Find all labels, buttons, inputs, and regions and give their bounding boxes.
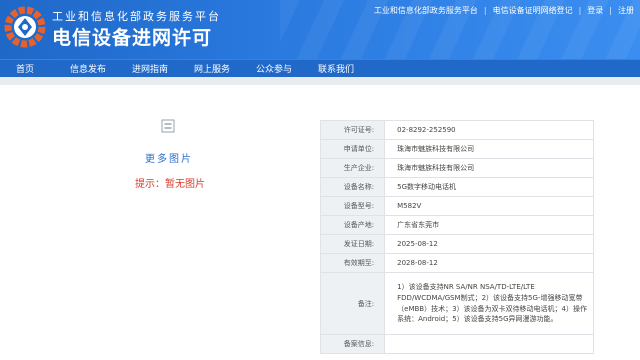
no-picture-notice: 提示：暂无图片 xyxy=(135,179,205,190)
top-link-registration[interactable]: 电信设备证明网络登记 xyxy=(493,5,573,16)
table-row: 有效期至: 2028-08-12 xyxy=(319,253,594,273)
miit-logo-icon[interactable] xyxy=(4,6,46,48)
top-links: 工业和信息化部政务服务平台 | 电信设备证明网络登记 | 登录 | 注册 xyxy=(373,5,634,16)
valid-until-value: 2028-08-12 xyxy=(384,253,594,273)
notes-line: （eMBB）技术；3）该设备为双卡双待移动电话机；4）操作 xyxy=(397,304,587,313)
top-link-register[interactable]: 注册 xyxy=(618,5,634,16)
device-model-value: M582V xyxy=(384,196,594,216)
record-info-label: 备案信息: xyxy=(319,334,386,354)
site-header: 工业和信息化部政务服务平台 电信设备进网许可 工业和信息化部政务服务平台 | 电信设… xyxy=(0,0,640,59)
license-no-value: 02-8292-252590 xyxy=(384,120,594,140)
applicant-value: 珠海市魅族科技有限公司 xyxy=(384,139,594,159)
nav-news[interactable]: 信息发布 xyxy=(70,62,106,75)
device-name-label: 设备名称: xyxy=(319,177,386,197)
issue-date-value: 2025-08-12 xyxy=(384,234,594,254)
nav-guide[interactable]: 进网指南 xyxy=(132,62,168,75)
table-row: 发证日期: 2025-08-12 xyxy=(319,234,594,254)
site-title[interactable]: 电信设备进网许可 xyxy=(52,23,212,50)
record-info-value xyxy=(384,334,594,354)
more-pictures-link[interactable]: 更多图片 xyxy=(145,150,193,165)
origin-value: 广东省东莞市 xyxy=(384,215,594,235)
manufacturer-value: 珠海市魅族科技有限公司 xyxy=(384,158,594,178)
nav-contact[interactable]: 联系我们 xyxy=(318,62,354,75)
applicant-label: 申请单位: xyxy=(319,139,386,159)
top-link-login[interactable]: 登录 xyxy=(587,5,603,16)
license-no-label: 许可证号: xyxy=(319,120,386,140)
table-row: 设备名称: 5G数字移动电话机 xyxy=(319,177,594,197)
license-info-table: 许可证号: 02-8292-252590 申请单位: 珠海市魅族科技有限公司 生… xyxy=(319,120,594,354)
table-row: 许可证号: 02-8292-252590 xyxy=(319,120,594,140)
notes-line: FDD/WCDMA/GSM制式；2）该设备支持5G-增强移动宽带 xyxy=(397,293,583,302)
device-name-value: 5G数字移动电话机 xyxy=(384,177,594,197)
origin-label: 设备产地: xyxy=(319,215,386,235)
org-name: 工业和信息化部政务服务平台 xyxy=(52,10,221,23)
issue-date-label: 发证日期: xyxy=(319,234,386,254)
manufacturer-label: 生产企业: xyxy=(319,158,386,178)
notes-line: 1）该设备支持NR SA/NR NSA/TD-LTE/LTE xyxy=(397,282,535,291)
table-row: 备案信息: xyxy=(319,334,594,354)
table-row: 设备产地: 广东省东莞市 xyxy=(319,215,594,235)
top-link-portal[interactable]: 工业和信息化部政务服务平台 xyxy=(374,5,478,16)
image-placeholder-icon xyxy=(161,119,175,133)
table-row: 设备型号: M582V xyxy=(319,196,594,216)
nav-home[interactable]: 首页 xyxy=(16,62,34,75)
table-row: 备注: 1）该设备支持NR SA/NR NSA/TD-LTE/LTE FDD/W… xyxy=(319,272,594,335)
nav-public-participation[interactable]: 公众参与 xyxy=(256,62,292,75)
table-row: 申请单位: 珠海市魅族科技有限公司 xyxy=(319,139,594,159)
notes-label: 备注: xyxy=(319,272,386,335)
notes-value: 1）该设备支持NR SA/NR NSA/TD-LTE/LTE FDD/WCDMA… xyxy=(384,272,594,335)
device-model-label: 设备型号: xyxy=(319,196,386,216)
main-nav: 首页 信息发布 进网指南 网上服务 公众参与 联系我们 xyxy=(0,59,640,77)
notes-line: 系统：Android；5）该设备支持5G异网漫游功能。 xyxy=(397,315,558,324)
table-row: 生产企业: 珠海市魅族科技有限公司 xyxy=(319,158,594,178)
valid-until-label: 有效期至: xyxy=(319,253,386,273)
nav-online-service[interactable]: 网上服务 xyxy=(194,62,230,75)
